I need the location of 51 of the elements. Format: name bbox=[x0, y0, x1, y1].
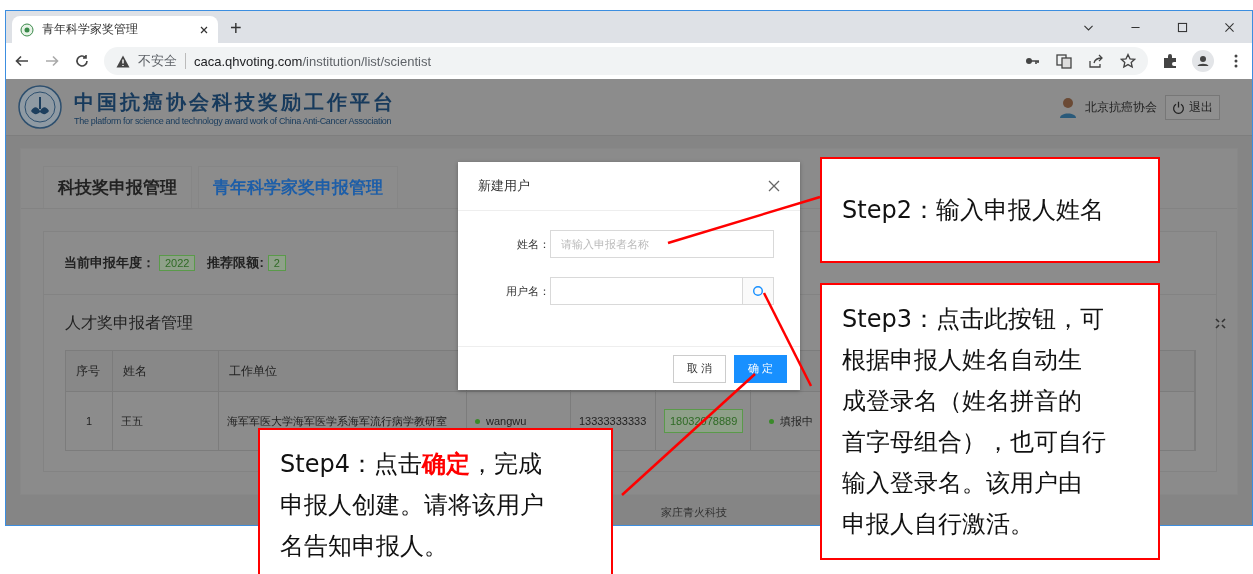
share-icon[interactable] bbox=[1088, 53, 1104, 69]
close-icon[interactable] bbox=[1223, 20, 1236, 34]
field-label: 用户名： bbox=[505, 283, 550, 299]
star-icon[interactable] bbox=[1120, 53, 1136, 69]
table-cell-text: 填报中 bbox=[780, 414, 813, 429]
site-logo-icon bbox=[20, 22, 34, 37]
tab[interactable]: 科技奖申报管理 bbox=[43, 166, 192, 208]
section-title: 人才奖申报者管理 bbox=[65, 313, 193, 333]
circle-icon bbox=[752, 285, 764, 297]
username-input-field[interactable] bbox=[550, 277, 743, 305]
quota-label: 推荐限额: bbox=[207, 254, 264, 272]
puzzle-icon[interactable] bbox=[1162, 53, 1178, 69]
table-cell: 1 bbox=[66, 392, 113, 450]
profile-icon[interactable] bbox=[1192, 50, 1214, 72]
reload-icon[interactable] bbox=[74, 53, 90, 69]
avatar-icon bbox=[1059, 96, 1077, 118]
column-header: 姓名 bbox=[113, 351, 219, 392]
association-logo-icon bbox=[18, 85, 62, 129]
user-name: 北京抗癌协会 bbox=[1085, 98, 1157, 116]
year-tag: 2022 bbox=[159, 255, 196, 271]
url-text: caca.qhvoting.com/institution/list/scientist bbox=[194, 53, 431, 69]
browser-tab[interactable]: 青年科学家奖管理 bbox=[12, 16, 218, 43]
callout-text: Step3：点击此按钮，可 根据申报人姓名自动生 成登录名（姓名拼音的 首字母组合），也可自行 输入登录名。该用户由 申报人自行激活。 bbox=[820, 283, 1160, 560]
address-bar[interactable]: 不安全 caca.qhvoting.com/institution/list/scientist bbox=[104, 47, 1148, 75]
year-label: 当前申报年度： bbox=[64, 254, 155, 272]
status-dot-icon bbox=[769, 418, 774, 424]
dialog-title: 新建用户 bbox=[478, 177, 530, 195]
quota-tag: 2 bbox=[267, 255, 286, 271]
callout-text: Step4：点击确定，完成 申报人创建。请将该用户 名告知申报人。 bbox=[258, 428, 613, 574]
column-header: 序号 bbox=[66, 351, 113, 392]
callout-text: Step2：输入申报人姓名 bbox=[820, 157, 1160, 263]
security-warning: 不安全 bbox=[138, 52, 177, 70]
status-dot-icon bbox=[475, 418, 480, 424]
maximize-icon[interactable] bbox=[1176, 20, 1189, 34]
table-cell-text: wangwu bbox=[486, 414, 527, 429]
power-icon bbox=[1172, 100, 1185, 114]
column-header: 工作单位 bbox=[219, 351, 467, 392]
name-input-field[interactable]: 请输入申报者名称 bbox=[550, 230, 774, 258]
footer-text: 家庄青火科技 bbox=[661, 506, 727, 518]
new-tab-button[interactable]: + bbox=[230, 17, 242, 40]
back-icon[interactable] bbox=[14, 53, 30, 69]
platform-title: 中国抗癌协会科技奖励工作平台 bbox=[74, 89, 396, 115]
platform-subtitle: The platform for science and technology award work of China Anti-Cancer Association bbox=[74, 115, 393, 126]
logout-button[interactable]: 退出 bbox=[1165, 94, 1220, 120]
close-icon[interactable] bbox=[768, 180, 780, 192]
expand-icon[interactable] bbox=[1215, 318, 1226, 329]
generate-button[interactable] bbox=[743, 277, 774, 305]
field-label: 姓名： bbox=[516, 236, 550, 252]
table-cell: 王五 bbox=[113, 392, 219, 450]
cancel-button[interactable]: 取 消 bbox=[672, 354, 726, 383]
warning-icon bbox=[116, 54, 130, 68]
